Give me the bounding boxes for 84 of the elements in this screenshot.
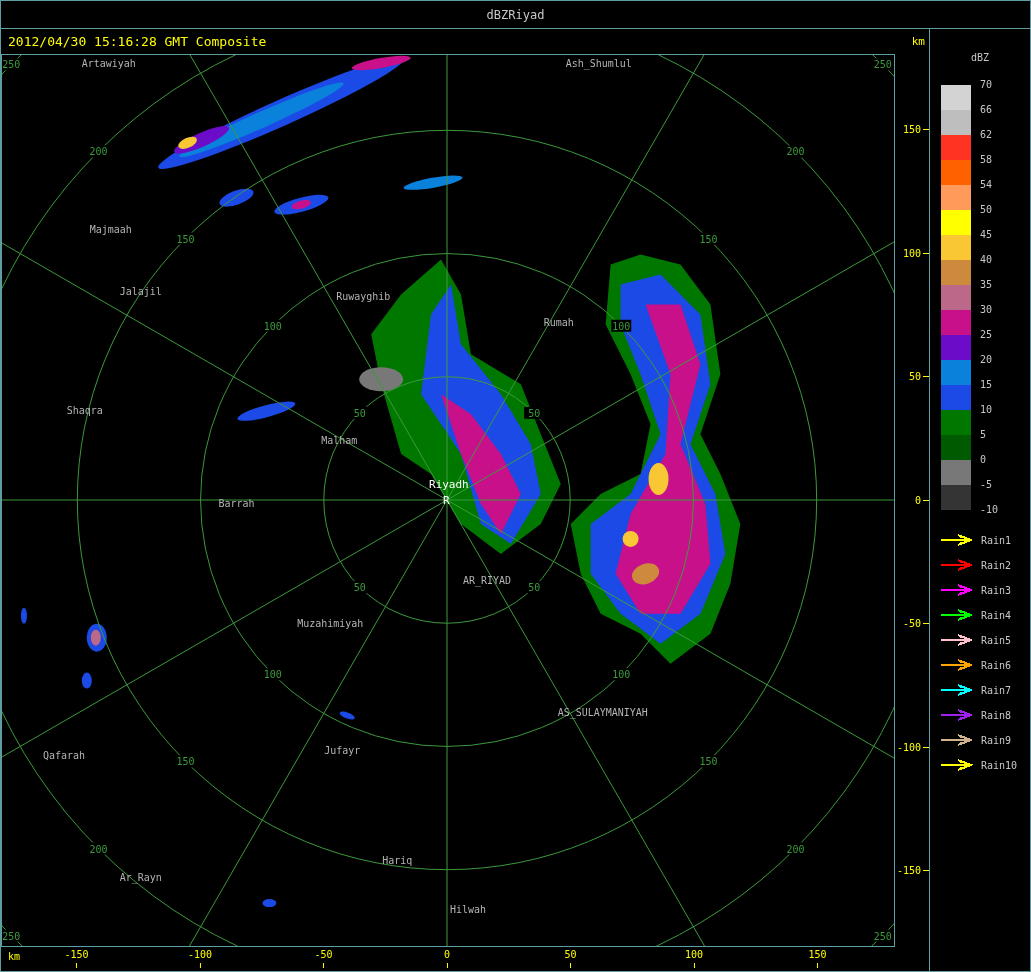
scale-label: -5 bbox=[980, 479, 993, 490]
axis-tick-label: -100 bbox=[896, 741, 921, 753]
scale-label: 20 bbox=[980, 354, 993, 365]
place-label: Jufayr bbox=[324, 745, 361, 757]
scale-label: 30 bbox=[980, 304, 993, 315]
place-label: Ar_Rayn bbox=[119, 872, 162, 884]
axis-tick-label: 100 bbox=[902, 247, 921, 259]
axis-tick-label: -50 bbox=[314, 949, 333, 960]
scale-label: 25 bbox=[980, 329, 993, 340]
range-ring-label: 200 bbox=[786, 146, 805, 158]
legend-item-label: Rain4 bbox=[981, 609, 1012, 621]
range-ring-label: 50 bbox=[353, 582, 366, 594]
scale-label: 0 bbox=[980, 454, 987, 465]
axis-tick-label: 50 bbox=[908, 371, 921, 382]
legend-item-label: Rain5 bbox=[981, 634, 1012, 646]
scale-label: -10 bbox=[980, 504, 999, 515]
range-ring-label: 250 bbox=[2, 59, 21, 71]
range-ring-label: 250 bbox=[873, 930, 892, 942]
place-label: Hilwah bbox=[450, 904, 486, 916]
radar-site-label: Riyadh bbox=[429, 478, 469, 492]
place-label: Ash_Shumlul bbox=[565, 57, 632, 69]
place-label: Muzahimiyah bbox=[297, 617, 364, 629]
place-label: Ruwayghib bbox=[336, 291, 391, 303]
range-ring-label: 100 bbox=[612, 320, 631, 332]
legend-title: dBZ bbox=[971, 52, 990, 63]
place-label: AR_RIYAD bbox=[462, 574, 511, 586]
axis-tick-label: -100 bbox=[187, 949, 213, 960]
axis-tick-label: 150 bbox=[902, 124, 921, 135]
legend-item-label: Rain2 bbox=[981, 559, 1012, 571]
range-ring-label: 100 bbox=[263, 669, 282, 681]
scale-label: 45 bbox=[980, 229, 993, 240]
window-title: dBZRiyad bbox=[486, 7, 545, 22]
range-ring-label: 150 bbox=[699, 756, 718, 768]
range-ring-label: 200 bbox=[89, 843, 108, 855]
place-label: Jalajil bbox=[119, 286, 162, 298]
legend-item-label: Rain10 bbox=[981, 759, 1018, 771]
range-ring-label: 50 bbox=[528, 407, 541, 419]
place-label: Hariq bbox=[382, 855, 413, 867]
scale-label: 35 bbox=[980, 279, 993, 290]
place-label: Qafarah bbox=[42, 750, 85, 762]
scale-label: 58 bbox=[980, 154, 993, 165]
range-ring-label: 150 bbox=[176, 233, 195, 245]
range-ring-label: 50 bbox=[528, 582, 541, 594]
range-ring-label: 200 bbox=[786, 843, 805, 855]
scale-label: 70 bbox=[980, 79, 993, 90]
scale-label: 5 bbox=[980, 429, 987, 440]
range-ring-label: 150 bbox=[699, 233, 718, 245]
scale-label: 66 bbox=[980, 104, 993, 115]
legend-item-label: Rain6 bbox=[981, 659, 1012, 671]
timestamp-label: 2012/04/30 15:16:28 GMT Composite bbox=[8, 34, 267, 49]
axis-tick-label: -150 bbox=[896, 865, 921, 876]
range-ring-label: 100 bbox=[263, 320, 282, 332]
axis-tick-label: 50 bbox=[564, 949, 577, 960]
scale-label: 15 bbox=[980, 379, 993, 390]
axis-tick-label: -150 bbox=[64, 949, 89, 960]
place-label: Majmaah bbox=[89, 223, 132, 235]
scale-label: 10 bbox=[980, 404, 993, 415]
range-ring-label: 250 bbox=[2, 930, 21, 942]
scale-label: 62 bbox=[980, 129, 993, 140]
axis-tick-label: 0 bbox=[914, 494, 921, 506]
place-label: Artawiyah bbox=[81, 57, 136, 69]
axis-tick-label: 0 bbox=[444, 949, 450, 960]
range-ring-label: 250 bbox=[873, 59, 892, 71]
scale-label: 40 bbox=[980, 254, 993, 265]
legend-item-label: Rain8 bbox=[981, 709, 1012, 721]
place-label: Barrah bbox=[218, 498, 255, 509]
axis-tick-label: 100 bbox=[684, 949, 704, 960]
range-ring-label: 150 bbox=[176, 756, 195, 768]
range-ring-label: 50 bbox=[353, 407, 366, 419]
legend-item-label: Rain1 bbox=[981, 534, 1012, 546]
scale-label: 54 bbox=[980, 179, 993, 190]
radar-site-label: R bbox=[443, 494, 450, 507]
axis-tick-label: -50 bbox=[902, 618, 921, 629]
place-label: Rumah bbox=[543, 317, 574, 329]
scale-label: 50 bbox=[980, 204, 993, 215]
axis-unit-label: km bbox=[911, 35, 925, 48]
legend-item-label: Rain9 bbox=[981, 734, 1012, 746]
place-label: Shaqra bbox=[66, 405, 103, 417]
legend-item-label: Rain3 bbox=[981, 584, 1012, 596]
axis-tick-label: 150 bbox=[808, 949, 827, 960]
legend-item-label: Rain7 bbox=[981, 684, 1012, 696]
axis-unit-label: km bbox=[8, 951, 21, 962]
range-ring-label: 200 bbox=[89, 146, 108, 158]
range-ring-label: 100 bbox=[612, 669, 631, 681]
